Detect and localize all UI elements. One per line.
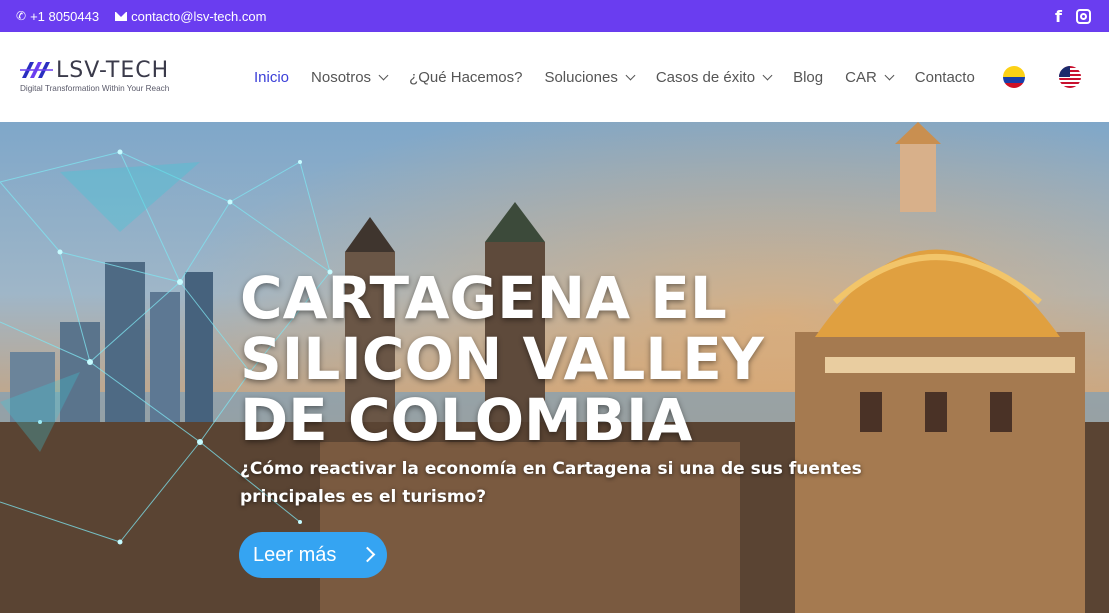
nav-item-label: Blog [793, 68, 824, 86]
nav-item-label: Contacto [914, 68, 975, 86]
hero-title-line: DE COLOMBIA [240, 386, 693, 454]
nav-item-label: CAR [845, 68, 877, 86]
main-nav: Inicio Nosotros ¿Qué Hacemos? Soluciones… [254, 32, 997, 122]
phone-link[interactable]: ✆ +1 8050443 [16, 9, 99, 24]
envelope-icon [115, 11, 128, 21]
nav-item-nosotros[interactable]: Nosotros [311, 68, 389, 86]
logo-mark-icon [20, 62, 53, 78]
hero-subtitle: ¿Cómo reactivar la economía en Cartagena… [240, 455, 880, 511]
usa-flag-icon[interactable] [1059, 66, 1081, 88]
facebook-icon[interactable]: f [1055, 7, 1062, 26]
colombia-flag-icon[interactable] [1003, 66, 1025, 88]
phone-icon: ✆ [16, 9, 27, 23]
nav-item-label: Nosotros [311, 68, 372, 86]
nav-item-contacto[interactable]: Contacto [915, 69, 975, 86]
nav-item-que-hacemos[interactable]: ¿Qué Hacemos? [409, 69, 522, 86]
chevron-right-icon [359, 546, 376, 563]
chevron-down-icon [625, 70, 636, 80]
nav-item-label: ¿Qué Hacemos? [409, 68, 523, 86]
phone-number: +1 8050443 [30, 8, 100, 24]
email-address: contacto@lsv-tech.com [131, 8, 267, 24]
email-link[interactable]: contacto@lsv-tech.com [115, 9, 266, 24]
top-bar: ✆ +1 8050443 contacto@lsv-tech.com f [0, 0, 1109, 32]
nav-item-inicio[interactable]: Inicio [254, 69, 289, 86]
nav-item-car[interactable]: CAR [845, 68, 895, 86]
chevron-down-icon [762, 70, 773, 80]
chevron-down-icon [378, 70, 389, 80]
nav-item-label: Soluciones [544, 68, 618, 86]
read-more-label: Leer más [253, 543, 337, 566]
nav-item-blog[interactable]: Blog [793, 69, 823, 86]
hero-subtitle-line: ¿Cómo reactivar la economía en Cartagena… [240, 459, 862, 479]
hero-title: CARTAGENA EL SILICON VALLEY DE COLOMBIA [240, 268, 860, 451]
contact-info: ✆ +1 8050443 contacto@lsv-tech.com [16, 0, 266, 32]
read-more-button[interactable]: Leer más [239, 532, 387, 578]
nav-item-label: Casos de éxito [655, 68, 756, 86]
nav-item-label: Inicio [254, 68, 290, 86]
hero-title-line: SILICON VALLEY [240, 325, 764, 393]
site-logo[interactable]: LSV-TECH Digital Transformation Within Y… [20, 58, 200, 98]
logo-name: LSV-TECH [56, 58, 170, 83]
social-links: f [1055, 0, 1091, 32]
nav-item-casos-de-exito[interactable]: Casos de éxito [655, 68, 773, 86]
main-header: LSV-TECH Digital Transformation Within Y… [0, 32, 1109, 122]
logo-tagline: Digital Transformation Within Your Reach [20, 84, 170, 93]
hero-slider: CARTAGENA EL SILICON VALLEY DE COLOMBIA … [0, 122, 1109, 613]
chevron-down-icon [884, 70, 895, 80]
nav-item-soluciones[interactable]: Soluciones [544, 68, 636, 86]
hero-subtitle-line: principales es el turismo? [240, 487, 487, 507]
instagram-icon[interactable] [1076, 8, 1091, 24]
hero-title-line: CARTAGENA EL [240, 264, 727, 332]
